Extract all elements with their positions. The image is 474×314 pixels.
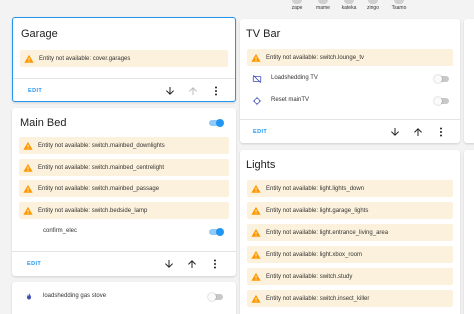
warning-row: Entity not available: light.lights_down — [247, 180, 453, 197]
avatar-name: mame — [316, 5, 330, 11]
avatar — [318, 0, 328, 4]
avatar — [292, 0, 302, 4]
user-avatar[interactable]: mame — [311, 0, 335, 11]
partial-card — [464, 19, 474, 143]
user-avatar[interactable]: zingo — [361, 0, 385, 11]
loadshedding-gas-stove-card: loadshedding gas stove — [12, 282, 236, 314]
warning-text: Entity not available: switch.study — [266, 273, 353, 280]
reset-icon — [252, 96, 262, 106]
entity-toggle-switch[interactable] — [208, 228, 224, 236]
warning-row: Entity not available: switch.lounge_tv — [247, 49, 453, 66]
entity-toggle-switch[interactable] — [208, 293, 224, 301]
entity-label: Loadshedding TV — [271, 75, 318, 81]
entity-label: confirm_elec — [43, 228, 78, 234]
avatar — [394, 0, 404, 4]
warning-icon — [23, 184, 33, 193]
main-bed-card: Main Bed Entity not available: switch.ma… — [12, 108, 236, 276]
warning-icon — [251, 272, 261, 281]
edit-button[interactable]: EDIT — [27, 261, 41, 267]
arrow-down-icon[interactable] — [164, 85, 176, 97]
warning-text: Entity not available: light.xbox_room — [266, 251, 363, 258]
warning-text: Entity not available: switch.insect_kill… — [266, 295, 370, 302]
user-avatar[interactable]: zape — [285, 0, 309, 11]
card-title: Garage — [21, 28, 58, 40]
warning-row: Entity not available: switch.mainbed_pas… — [19, 180, 229, 197]
warning-text: Entity not available: switch.mainbed_dow… — [38, 142, 165, 149]
warning-icon — [23, 206, 33, 215]
arrow-down-icon[interactable] — [163, 258, 175, 270]
warning-row: Entity not available: light.garage_light… — [247, 202, 453, 219]
arrow-down-icon[interactable] — [389, 126, 401, 138]
more-vert-icon[interactable] — [210, 85, 222, 97]
warning-text: Entity not available: switch.mainbed_cen… — [38, 164, 165, 171]
user-avatar-strip: zape mame kateka zingo Tsamo — [0, 0, 474, 14]
card-title: TV Bar — [246, 28, 281, 40]
avatar-name: zingo — [367, 5, 379, 11]
warning-text: Entity not available: light.lights_down — [266, 185, 365, 192]
card-footer: EDIT — [13, 78, 235, 101]
warning-row: Entity not available: light.entrance_liv… — [247, 224, 453, 241]
entity-toggle-switch[interactable] — [434, 75, 450, 83]
entity-toggle-switch[interactable] — [434, 97, 450, 105]
warning-text: Entity not available: switch.bedside_lam… — [38, 207, 148, 214]
warning-row: Entity not available: light.xbox_room — [247, 246, 453, 263]
warning-icon — [23, 163, 33, 172]
card-title: Main Bed — [20, 117, 67, 129]
partial-card — [464, 150, 474, 314]
arrow-up-icon[interactable] — [187, 85, 199, 97]
warning-text: Entity not available: light.garage_light… — [266, 207, 369, 214]
more-vert-icon[interactable] — [435, 126, 447, 138]
warning-row: Entity not available: switch.mainbed_dow… — [19, 137, 229, 154]
warning-row: Entity not available: cover.garages — [20, 50, 228, 67]
avatar-name: kateka — [341, 5, 357, 11]
warning-text: Entity not available: switch.lounge_tv — [266, 54, 365, 61]
more-vert-icon[interactable] — [209, 258, 221, 270]
entity-row: Loadshedding TV — [240, 71, 460, 87]
entity-row: loadshedding gas stove — [12, 289, 236, 305]
entity-label: Reset mainTV — [271, 97, 310, 103]
warning-row: Entity not available: switch.study — [247, 268, 453, 285]
card-title: Lights — [246, 159, 276, 171]
warning-text: Entity not available: light.entrance_liv… — [266, 229, 389, 236]
tv-bar-card: TV Bar Entity not available: switch.loun… — [240, 19, 460, 143]
entity-row: Reset mainTV — [240, 93, 460, 109]
warning-icon — [251, 250, 261, 259]
card-footer: EDIT — [12, 251, 236, 275]
warning-icon — [251, 184, 261, 193]
garage-card[interactable]: Garage Entity not available: cover.garag… — [12, 17, 236, 102]
entity-row: confirm_elec — [12, 224, 236, 240]
warning-row: Entity not available: switch.bedside_lam… — [19, 202, 229, 219]
edit-button[interactable]: EDIT — [253, 129, 267, 135]
entity-label: loadshedding gas stove — [43, 293, 107, 299]
card-toggle-switch[interactable] — [208, 119, 224, 127]
warning-icon — [251, 53, 261, 62]
warning-icon — [24, 54, 34, 63]
warning-icon — [251, 206, 261, 215]
avatar — [344, 0, 354, 4]
avatar-name: Tsamo — [391, 5, 407, 11]
warning-text: Entity not available: cover.garages — [39, 55, 131, 62]
user-avatar[interactable]: Tsamo — [387, 0, 411, 11]
avatar-name: zape — [291, 5, 303, 11]
warning-text: Entity not available: switch.mainbed_pas… — [38, 185, 160, 192]
arrow-up-icon[interactable] — [186, 258, 198, 270]
card-footer: EDIT — [240, 119, 460, 143]
user-avatar[interactable]: kateka — [337, 0, 361, 11]
avatar — [368, 0, 378, 4]
tv-off-icon — [252, 74, 262, 84]
warning-row: Entity not available: switch.insect_kill… — [247, 290, 453, 307]
arrow-up-icon[interactable] — [412, 126, 424, 138]
warning-icon — [23, 141, 33, 150]
warning-icon — [251, 228, 261, 237]
warning-row: Entity not available: switch.mainbed_cen… — [19, 159, 229, 176]
fire-icon — [26, 292, 32, 300]
lights-card: Lights Entity not available: light.light… — [240, 150, 460, 314]
edit-button[interactable]: EDIT — [28, 88, 42, 94]
warning-icon — [251, 294, 261, 303]
